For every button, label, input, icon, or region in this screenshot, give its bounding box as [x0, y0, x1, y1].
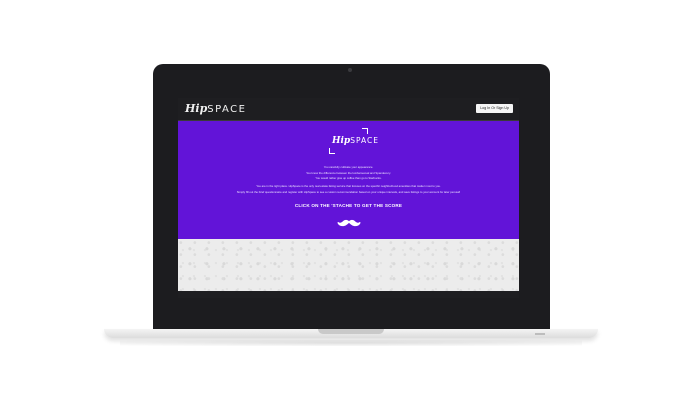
logo-space-text: SPACE	[207, 104, 247, 115]
hero-section: HipSPACE You carefully cultivate your ap…	[178, 121, 519, 239]
mustache-icon[interactable]	[337, 218, 361, 228]
laptop-base-edge	[535, 333, 545, 335]
webcam-dot	[348, 68, 352, 72]
hero-logo-text: HipSPACE	[332, 135, 379, 146]
logo-hip-text: Hip	[185, 102, 208, 115]
pattern-background	[178, 239, 519, 291]
site-header: HipSPACE Log In Or Sign Up	[178, 98, 519, 121]
logo-corner-bottom-left	[329, 148, 335, 154]
laptop-base-shadow	[120, 340, 582, 346]
site-logo[interactable]: HipSPACE	[185, 102, 246, 115]
laptop-base-notch	[318, 329, 384, 334]
login-signup-button[interactable]: Log In Or Sign Up	[476, 104, 513, 113]
hero-logo-hip: Hip	[332, 136, 351, 146]
hero-line-5: Simply fill out the brief questionnaire …	[236, 189, 461, 194]
laptop-screen: HipSPACE Log In Or Sign Up HipSPACE You …	[178, 98, 519, 298]
stache-cta-text[interactable]: CLICK ON THE 'STACHE TO GET THE SCORE	[178, 203, 519, 208]
hero-logo-space: SPACE	[350, 136, 379, 145]
hero-line-3: You would rather give up coffee than go …	[315, 176, 382, 181]
page-bottom-strip	[178, 291, 519, 298]
hero-copy: You carefully cultivate your appearance.…	[178, 165, 519, 195]
logo-corner-top-right	[362, 128, 368, 134]
hero-logo: HipSPACE	[329, 128, 378, 154]
laptop-bezel: HipSPACE Log In Or Sign Up HipSPACE You …	[153, 64, 550, 330]
